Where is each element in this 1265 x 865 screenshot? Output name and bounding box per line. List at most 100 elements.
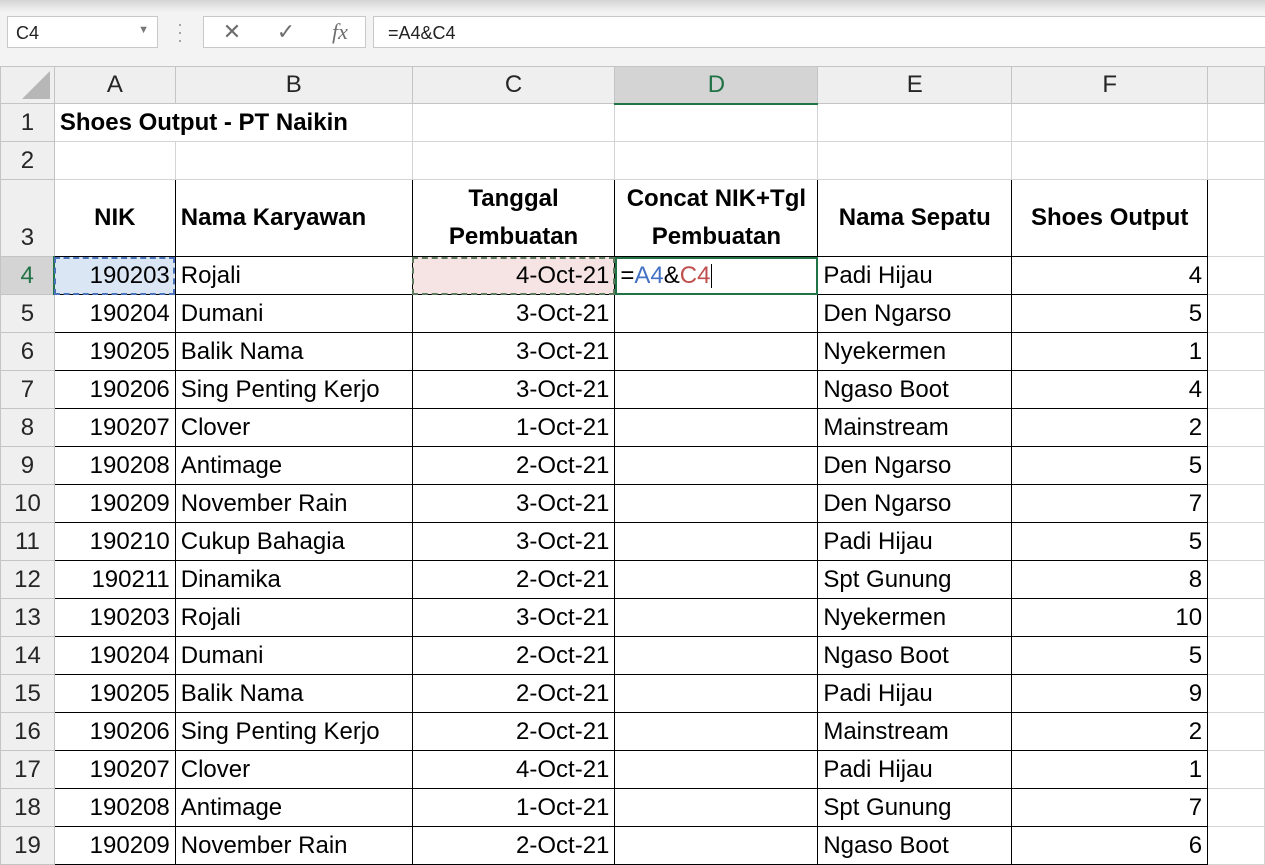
cell-nama[interactable]: Antimage	[174, 788, 413, 827]
cell-concat[interactable]	[614, 522, 819, 561]
row-header[interactable]: 10	[0, 484, 55, 523]
cell-tanggal[interactable]: 2-Oct-21	[411, 712, 616, 751]
header-shoes-output[interactable]: Shoes Output	[1011, 179, 1209, 257]
formula-input[interactable]: =A4&C4	[373, 16, 1265, 48]
name-box[interactable]: C4 ▼	[7, 16, 158, 48]
chevron-down-icon[interactable]: ▼	[138, 24, 149, 36]
header-nik[interactable]: NIK	[53, 179, 176, 257]
row-header[interactable]: 12	[0, 560, 55, 599]
cell-nama-sepatu[interactable]: Nyekermen	[817, 332, 1013, 371]
row-header[interactable]: 6	[0, 332, 55, 371]
cell-nama-sepatu[interactable]: Padi Hijau	[817, 256, 1013, 295]
cell[interactable]	[1207, 598, 1265, 637]
cell-tanggal[interactable]: 3-Oct-21	[411, 294, 616, 333]
cell-nama[interactable]: Clover	[174, 408, 413, 447]
insert-function-icon[interactable]: fx	[322, 19, 358, 45]
header-concat[interactable]: Concat NIK+Tgl Pembuatan	[614, 179, 819, 257]
cell-shoes-output[interactable]: 10	[1011, 598, 1209, 637]
cell-nik[interactable]: 190203	[53, 256, 176, 295]
cell-tanggal[interactable]: 2-Oct-21	[411, 674, 616, 713]
row-header[interactable]: 13	[0, 598, 55, 637]
cell[interactable]	[1207, 636, 1265, 675]
cell-nama-sepatu[interactable]: Nyekermen	[817, 598, 1013, 637]
cell[interactable]	[1207, 141, 1265, 180]
cell-concat[interactable]	[614, 674, 819, 713]
cell[interactable]	[1011, 103, 1209, 142]
cell-tanggal[interactable]: 3-Oct-21	[411, 522, 616, 561]
cell-nama-sepatu[interactable]: Den Ngarso	[817, 446, 1013, 485]
row-header[interactable]: 1	[0, 103, 55, 142]
cell[interactable]	[1207, 370, 1265, 409]
cell-shoes-output[interactable]: 5	[1011, 522, 1209, 561]
cell-shoes-output[interactable]: 5	[1011, 636, 1209, 675]
cell-nama[interactable]: Antimage	[174, 446, 413, 485]
cell[interactable]	[1207, 294, 1265, 333]
cell[interactable]	[53, 141, 176, 180]
cell[interactable]	[817, 141, 1013, 180]
cell-nik[interactable]: 190205	[53, 674, 176, 713]
cell-nama-sepatu[interactable]: Mainstream	[817, 712, 1013, 751]
select-all-corner[interactable]	[0, 66, 55, 104]
cell[interactable]	[1207, 256, 1265, 295]
cell[interactable]	[1207, 560, 1265, 599]
column-header-d[interactable]: D	[614, 66, 819, 105]
cell-shoes-output[interactable]: 4	[1011, 370, 1209, 409]
row-header[interactable]: 17	[0, 750, 55, 789]
column-header-b[interactable]: B	[174, 66, 413, 104]
cell[interactable]	[1207, 788, 1265, 827]
cell-concat-editing[interactable]: =A4&C4	[614, 256, 819, 295]
cell-nama-sepatu[interactable]: Padi Hijau	[817, 750, 1013, 789]
cell-tanggal[interactable]: 3-Oct-21	[411, 332, 616, 371]
row-header[interactable]: 9	[0, 446, 55, 485]
cell[interactable]	[1207, 522, 1265, 561]
cell-nik[interactable]: 190204	[53, 636, 176, 675]
cell-nik[interactable]: 190206	[53, 370, 176, 409]
cell-shoes-output[interactable]: 1	[1011, 750, 1209, 789]
cell-nama[interactable]: Dinamika	[174, 560, 413, 599]
cell-concat[interactable]	[614, 712, 819, 751]
cell[interactable]	[1207, 332, 1265, 371]
cell-concat[interactable]	[614, 332, 819, 371]
cell[interactable]	[614, 103, 819, 142]
cell-tanggal[interactable]: 4-Oct-21	[411, 750, 616, 789]
cell-tanggal[interactable]: 2-Oct-21	[411, 560, 616, 599]
cell[interactable]	[1207, 750, 1265, 789]
cell-nik[interactable]: 190210	[53, 522, 176, 561]
cell-nama-sepatu[interactable]: Padi Hijau	[817, 674, 1013, 713]
cell-shoes-output[interactable]: 5	[1011, 446, 1209, 485]
cell[interactable]	[411, 103, 616, 142]
cell-concat[interactable]	[614, 446, 819, 485]
cell[interactable]	[1207, 408, 1265, 447]
cell-nama[interactable]: Rojali	[174, 256, 413, 295]
row-header[interactable]: 16	[0, 712, 55, 751]
cell-shoes-output[interactable]: 4	[1011, 256, 1209, 295]
cell-nik[interactable]: 190207	[53, 408, 176, 447]
row-header[interactable]: 18	[0, 788, 55, 827]
row-header[interactable]: 4	[0, 256, 56, 295]
cell-concat[interactable]	[614, 294, 819, 333]
cell[interactable]	[1207, 446, 1265, 485]
cell-nama[interactable]: Balik Nama	[174, 674, 413, 713]
cell-nama[interactable]: Dumani	[174, 294, 413, 333]
cell-nama[interactable]: Rojali	[174, 598, 413, 637]
column-header-f[interactable]: F	[1011, 66, 1209, 104]
cell-tanggal[interactable]: 4-Oct-21	[411, 256, 616, 295]
cell-concat[interactable]	[614, 750, 819, 789]
cell-shoes-output[interactable]: 5	[1011, 294, 1209, 333]
cell-nama-sepatu[interactable]: Padi Hijau	[817, 522, 1013, 561]
row-header[interactable]: 2	[0, 141, 55, 180]
cell-nik[interactable]: 190203	[53, 598, 176, 637]
cell-nama[interactable]: Sing Penting Kerjo	[174, 712, 413, 751]
cell-tanggal[interactable]: 2-Oct-21	[411, 636, 616, 675]
cell-nama[interactable]: Clover	[174, 750, 413, 789]
cell-concat[interactable]	[614, 788, 819, 827]
row-header[interactable]: 14	[0, 636, 55, 675]
cell-nik[interactable]: 190209	[53, 484, 176, 523]
cell-nama-sepatu[interactable]: Spt Gunung	[817, 788, 1013, 827]
enter-icon[interactable]: ✓	[268, 19, 304, 45]
cell-concat[interactable]	[614, 560, 819, 599]
cell-nama[interactable]: Cukup Bahagia	[174, 522, 413, 561]
cell-concat[interactable]	[614, 636, 819, 675]
cell-shoes-output[interactable]: 2	[1011, 408, 1209, 447]
column-header-e[interactable]: E	[817, 66, 1013, 104]
